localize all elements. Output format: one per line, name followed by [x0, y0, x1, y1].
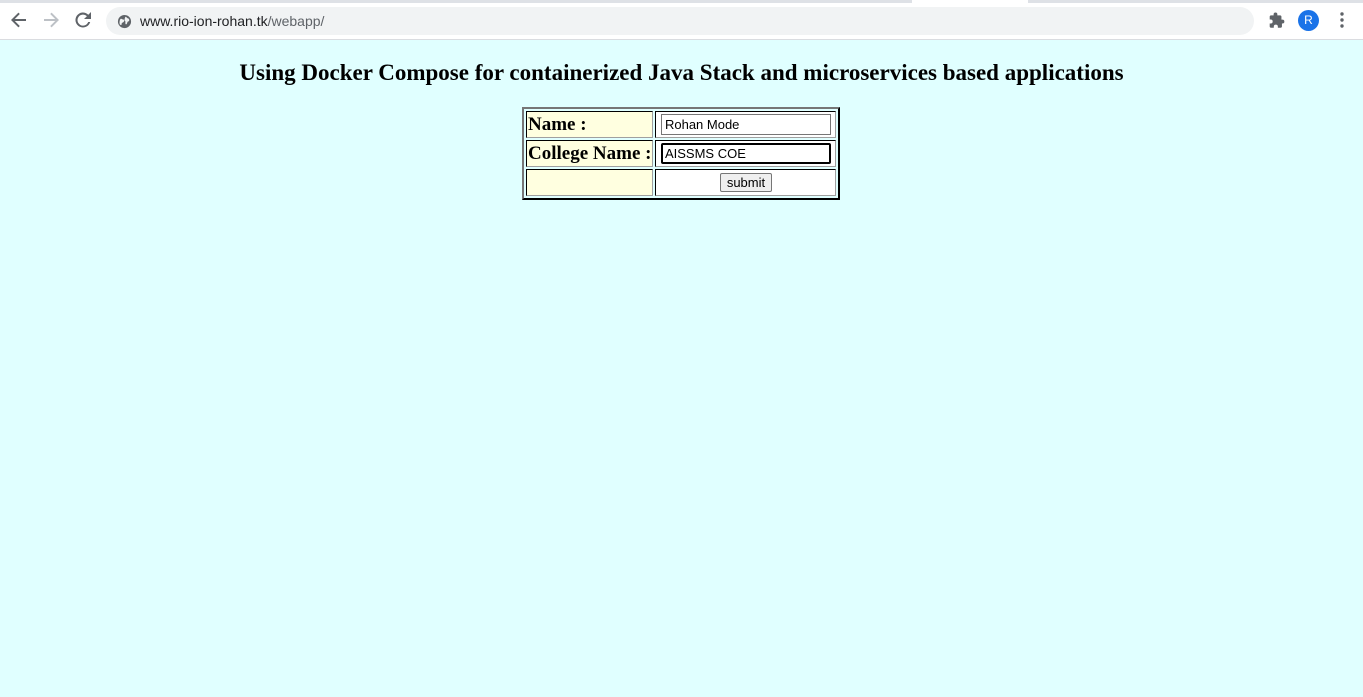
- address-bar[interactable]: www.rio-ion-rohan.tk/webapp/: [106, 7, 1254, 35]
- puzzle-icon: [1269, 12, 1284, 28]
- browser-toolbar: www.rio-ion-rohan.tk/webapp/ R: [0, 0, 1363, 40]
- url-host: www.rio-ion-rohan.tk: [140, 13, 268, 29]
- forward-button[interactable]: [40, 9, 62, 31]
- submit-cell: submit: [655, 169, 837, 196]
- kebab-menu-icon: [1340, 12, 1344, 28]
- college-input[interactable]: [660, 143, 831, 164]
- extensions-button[interactable]: [1266, 10, 1286, 30]
- submit-row: submit: [526, 169, 837, 196]
- arrow-right-icon: [44, 12, 59, 28]
- url-path: /webapp/: [267, 13, 325, 29]
- empty-label-cell: [526, 169, 654, 196]
- back-button[interactable]: [8, 9, 30, 31]
- active-tab[interactable]: [912, 0, 1028, 3]
- reload-button[interactable]: [72, 9, 94, 31]
- url-text[interactable]: www.rio-ion-rohan.tk/webapp/: [140, 13, 324, 29]
- tab-strip: [0, 0, 1363, 3]
- browser-menu-button[interactable]: [1332, 10, 1352, 30]
- reload-icon: [75, 12, 91, 28]
- college-row: College Name :: [526, 140, 837, 167]
- globe-icon[interactable]: [116, 13, 132, 29]
- profile-avatar[interactable]: R: [1298, 10, 1319, 31]
- name-input[interactable]: [660, 114, 831, 135]
- college-input-cell: [655, 140, 837, 167]
- name-input-cell: [655, 111, 837, 138]
- page-title: Using Docker Compose for containerized J…: [239, 60, 1124, 85]
- web-page: Using Docker Compose for containerized J…: [0, 40, 1363, 697]
- submit-button[interactable]: submit: [719, 173, 773, 192]
- registration-form: Name : College Name : submit: [522, 107, 841, 200]
- name-label: Name :: [526, 111, 654, 138]
- college-label: College Name :: [526, 140, 654, 167]
- arrow-left-icon: [11, 12, 26, 28]
- name-row: Name :: [526, 111, 837, 138]
